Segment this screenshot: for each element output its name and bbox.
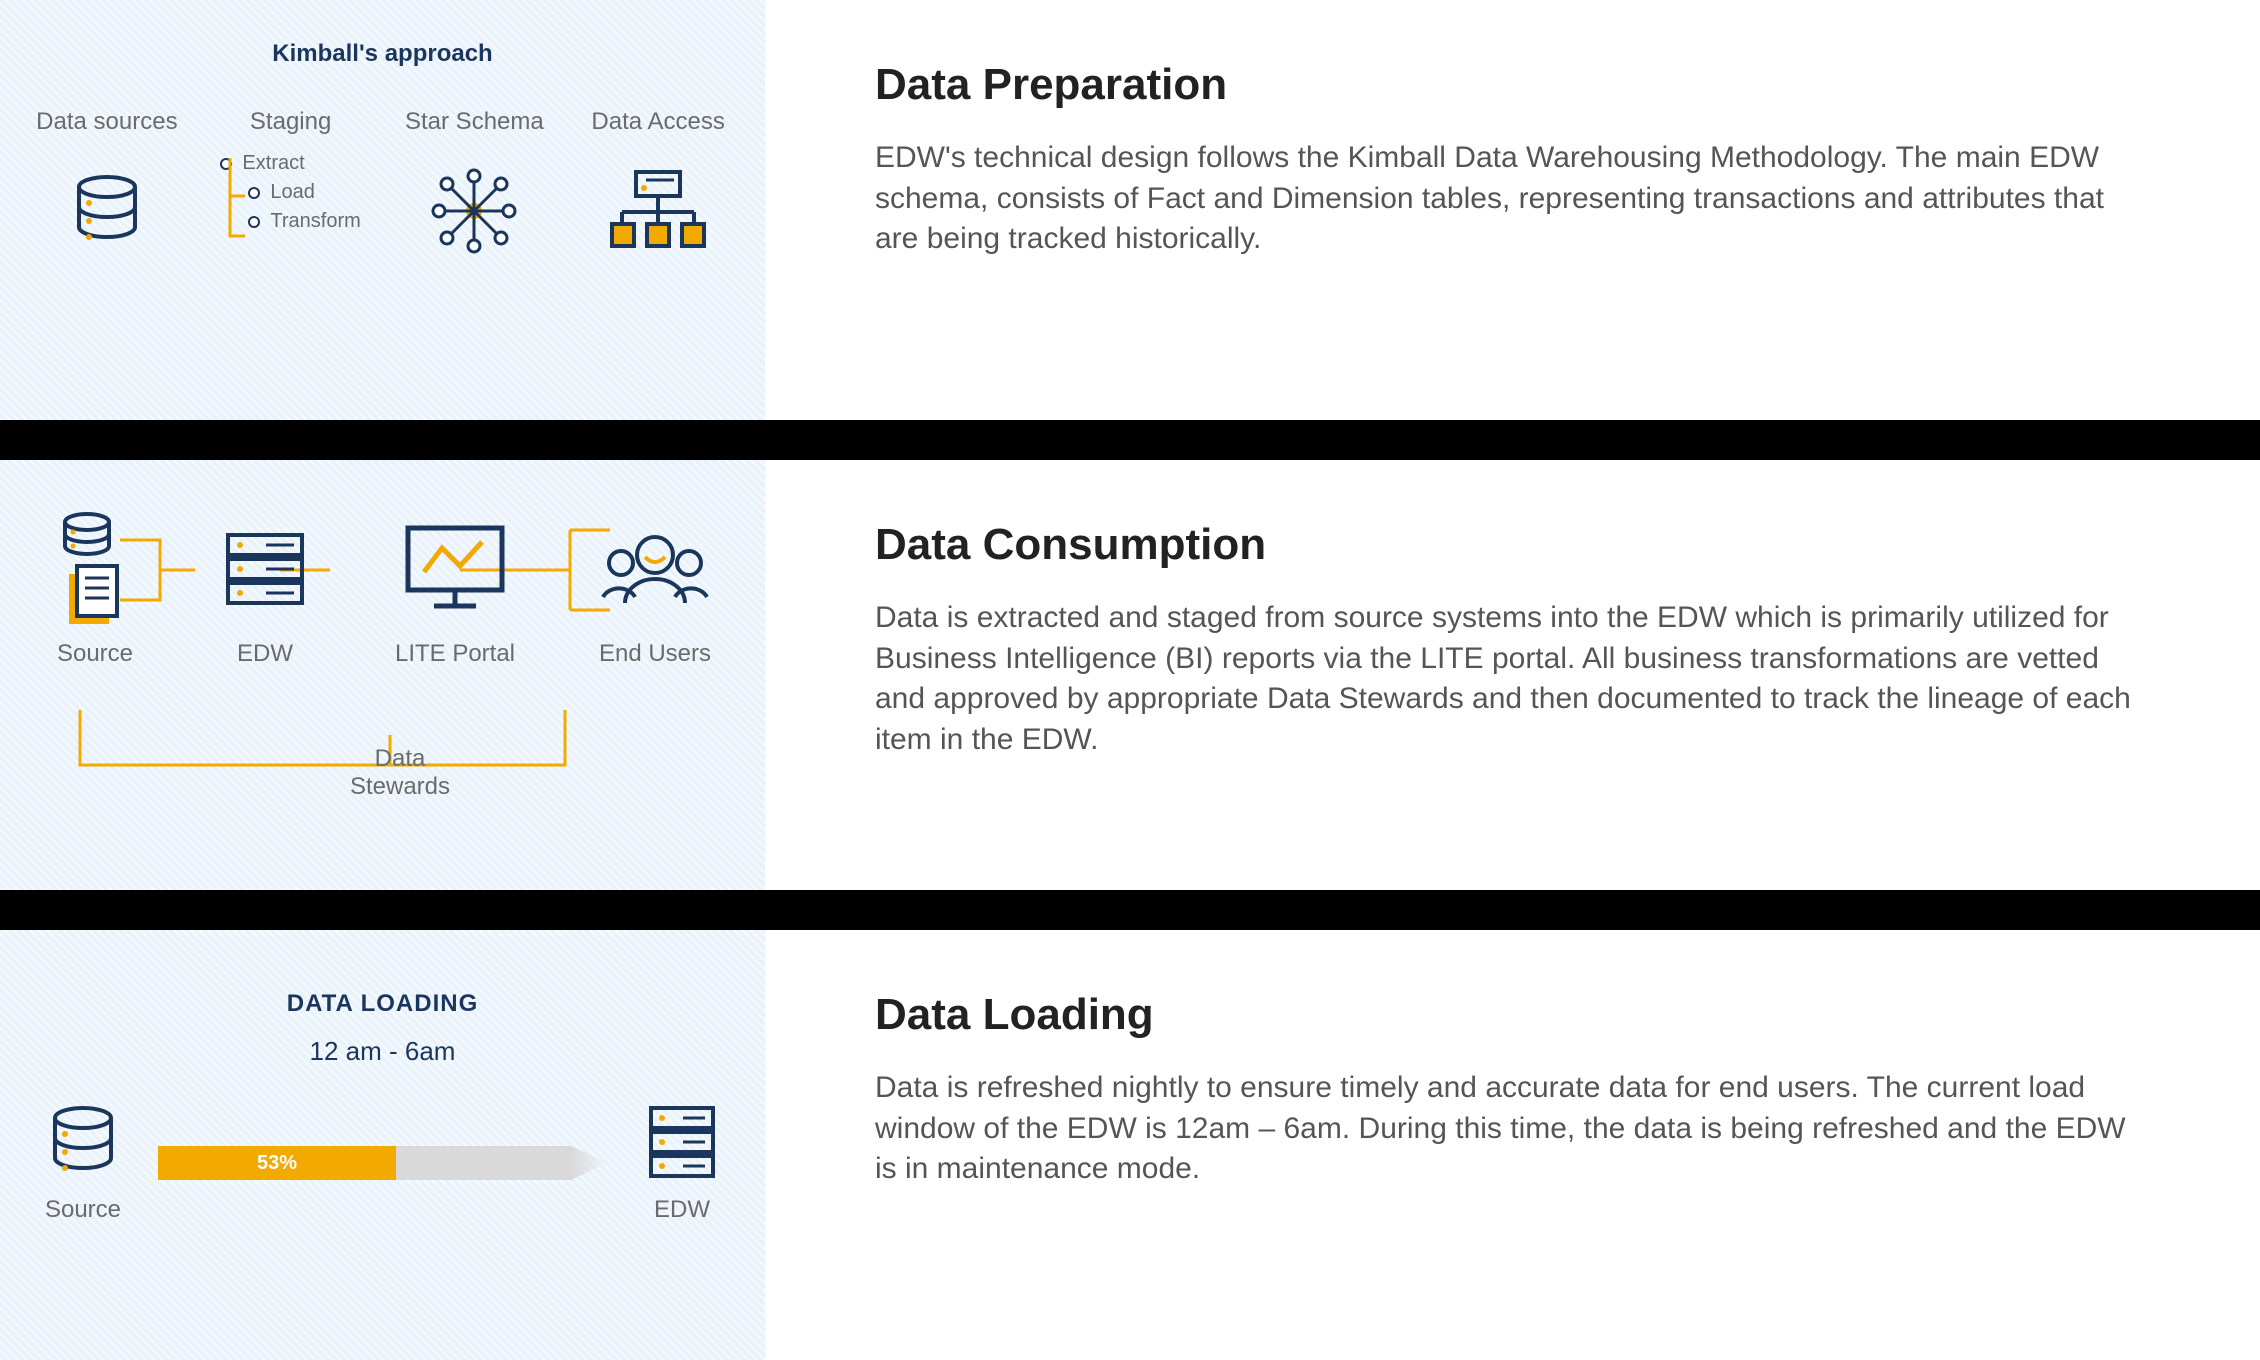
diagram-title: Kimball's approach	[0, 0, 765, 68]
text-data-consumption: Data Consumption Data is extracted and s…	[765, 460, 2260, 890]
data-stewards-label: Data Stewards	[340, 745, 460, 801]
etl-list: Extract Load Transform	[220, 146, 360, 239]
page: Kimball's approach Data sources	[0, 0, 2260, 1360]
text-data-preparation: Data Preparation EDW's technical design …	[765, 0, 2260, 420]
col-star-schema: Star Schema	[389, 108, 559, 266]
loading-row: Source 53%	[28, 1102, 737, 1224]
database-icon	[43, 1102, 123, 1182]
bullet-icon	[248, 187, 260, 199]
text-data-loading: Data Loading Data is refreshed nightly t…	[765, 930, 2260, 1360]
col-staging: Staging Extract Load Transform	[206, 108, 376, 266]
loading-source: Source	[28, 1102, 138, 1224]
database-icon	[67, 156, 147, 266]
progress-bar: 53%	[158, 1146, 607, 1180]
section-body: Data is extracted and staged from source…	[875, 598, 2150, 760]
separator	[0, 890, 2260, 930]
hierarchy-icon	[608, 156, 708, 266]
diagram-kimball: Kimball's approach Data sources	[0, 0, 765, 420]
source-stack-icon	[55, 510, 135, 630]
col-source: Source	[40, 510, 150, 668]
diagram-title: DATA LOADING	[28, 990, 737, 1018]
col-end-users: End Users	[585, 510, 725, 668]
star-schema-icon	[429, 156, 519, 266]
server-rack-icon	[645, 1102, 719, 1182]
col-label: Staging	[250, 108, 331, 136]
col-data-access: Data Access	[573, 108, 743, 266]
time-window: 12 am - 6am	[28, 1036, 737, 1067]
section-body: Data is refreshed nightly to ensure time…	[875, 1068, 2150, 1190]
col-label: Data Access	[591, 108, 724, 136]
section-heading: Data Loading	[875, 990, 2150, 1040]
col-edw: EDW	[205, 510, 325, 668]
separator	[0, 420, 2260, 460]
diagram-columns: Data sources Staging	[0, 68, 765, 266]
progress-value: 53%	[257, 1152, 297, 1175]
source-label: Source	[45, 1196, 121, 1224]
diagram-consumption: Source	[0, 460, 765, 890]
monitor-chart-icon	[400, 510, 510, 630]
section-heading: Data Preparation	[875, 60, 2150, 110]
loading-edw: EDW	[627, 1102, 737, 1224]
progress-fill: 53%	[158, 1146, 396, 1180]
row-data-loading: DATA LOADING 12 am - 6am Sourc	[0, 930, 2260, 1360]
section-heading: Data Consumption	[875, 520, 2150, 570]
users-group-icon	[595, 510, 715, 630]
col-label: EDW	[237, 640, 293, 668]
col-lite-portal: LITE Portal	[380, 510, 530, 668]
etl-connector-icon	[225, 158, 245, 253]
server-rack-icon	[220, 510, 310, 630]
col-label: Star Schema	[405, 108, 544, 136]
col-label: End Users	[599, 640, 711, 668]
bullet-icon	[248, 216, 260, 228]
edw-label: EDW	[654, 1196, 710, 1224]
col-label: LITE Portal	[395, 640, 515, 668]
row-data-preparation: Kimball's approach Data sources	[0, 0, 2260, 420]
diagram-loading: DATA LOADING 12 am - 6am Sourc	[0, 930, 765, 1360]
row-data-consumption: Source	[0, 460, 2260, 890]
section-body: EDW's technical design follows the Kimba…	[875, 138, 2150, 260]
col-label: Data sources	[36, 108, 177, 136]
col-label: Source	[57, 640, 133, 668]
col-data-sources: Data sources	[22, 108, 192, 266]
